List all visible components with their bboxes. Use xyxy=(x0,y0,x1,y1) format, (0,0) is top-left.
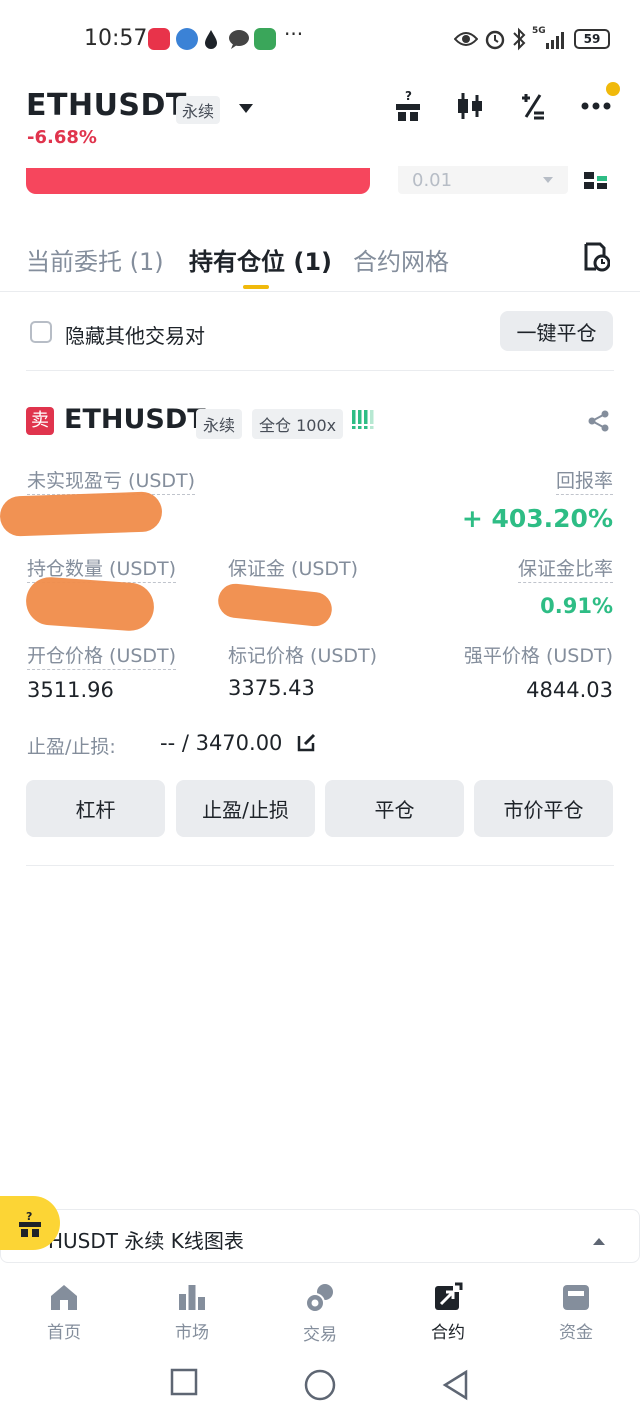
qty-dropdown-icon xyxy=(543,177,553,183)
back-button[interactable] xyxy=(442,1369,470,1405)
notification-dot xyxy=(606,82,620,96)
hide-other-pairs-checkbox[interactable] xyxy=(30,321,52,343)
filter-divider xyxy=(26,370,614,371)
orderbook-layout-icon[interactable] xyxy=(584,172,608,194)
bluetooth-icon xyxy=(512,27,526,55)
adl-indicator-icon xyxy=(351,410,375,434)
nav-markets[interactable]: 市场 xyxy=(147,1282,237,1343)
nav-home-label: 首页 xyxy=(47,1323,81,1343)
game-notification-icon xyxy=(254,28,276,50)
nav-markets-label: 市场 xyxy=(175,1323,209,1343)
market-close-button[interactable]: 市价平仓 xyxy=(474,780,613,837)
home-icon xyxy=(51,1285,77,1310)
nav-futures[interactable]: 合约 xyxy=(403,1282,493,1343)
floating-gift-icon: ? xyxy=(16,1210,44,1242)
entry-price-label[interactable]: 开仓价格 (USDT) xyxy=(27,641,177,670)
redacted-margin-scribble xyxy=(216,582,334,628)
tpsl-button[interactable]: 止盈/止损 xyxy=(176,780,315,837)
leverage-button[interactable]: 杠杆 xyxy=(26,780,165,837)
sell-short-button[interactable] xyxy=(26,168,370,194)
recent-apps-button[interactable] xyxy=(170,1368,198,1400)
margin-mode-badge[interactable]: 全仓 100x xyxy=(252,409,344,439)
side-badge: 卖 xyxy=(26,407,54,435)
status-time: 10:57 xyxy=(84,26,148,51)
tabs-divider xyxy=(0,291,640,292)
bar-chart-icon xyxy=(179,1285,205,1310)
redacted-size-scribble xyxy=(24,575,156,633)
margin-ratio-value: 0.91% xyxy=(540,594,613,618)
svg-text:?: ? xyxy=(405,89,412,103)
chat-notification-icon xyxy=(228,29,250,49)
nav-trade[interactable]: 交易 xyxy=(275,1282,365,1345)
tab-positions[interactable]: 持有仓位 (1) xyxy=(189,242,332,277)
signal-icon xyxy=(534,30,568,54)
nav-assets[interactable]: 资金 xyxy=(531,1282,621,1343)
margin-ratio-label[interactable]: 保证金比率 xyxy=(517,554,613,583)
eye-icon xyxy=(453,30,479,52)
home-button[interactable] xyxy=(304,1369,336,1405)
nav-assets-label: 资金 xyxy=(559,1323,593,1343)
tpsl-label: 止盈/止损: xyxy=(27,736,116,758)
qty-input[interactable]: 0.01 xyxy=(398,166,568,194)
gift-box-icon[interactable]: ? xyxy=(388,86,428,126)
candlestick-chart-icon[interactable] xyxy=(451,86,491,126)
nav-home[interactable]: 首页 xyxy=(19,1282,109,1343)
price-change: -6.68% xyxy=(27,127,97,148)
app-notification-icon xyxy=(176,28,198,50)
card-divider xyxy=(26,865,614,866)
liq-price-value: 4844.03 xyxy=(526,678,613,702)
close-position-button[interactable]: 平仓 xyxy=(325,780,464,837)
liq-price-label: 强平价格 (USDT) xyxy=(463,645,613,667)
order-history-icon[interactable] xyxy=(584,242,611,276)
chevron-up-icon[interactable] xyxy=(592,1231,606,1250)
kline-chart-label: HUSDT 永续 K线图表 xyxy=(48,1229,244,1253)
hide-other-pairs-label: 隐藏其他交易对 xyxy=(65,324,205,348)
tab-futures-grid[interactable]: 合约网格 xyxy=(353,242,449,277)
mark-price-label: 标记价格 (USDT) xyxy=(228,645,378,667)
mark-price-value: 3375.43 xyxy=(228,676,315,700)
active-tab-indicator xyxy=(243,285,269,289)
trade-icon xyxy=(305,1284,333,1313)
entry-price-value: 3511.96 xyxy=(27,678,114,702)
more-notifications-icon: ··· xyxy=(284,22,304,46)
drop-notification-icon xyxy=(204,28,218,50)
position-symbol[interactable]: ETHUSDT xyxy=(64,404,206,435)
redacted-pnl-scribble xyxy=(0,491,163,537)
share-icon[interactable] xyxy=(588,410,610,436)
position-contract-badge: 永续 xyxy=(196,409,243,439)
alarm-icon xyxy=(484,28,506,54)
xiaohongshu-notification-icon xyxy=(148,28,170,50)
futures-icon xyxy=(435,1282,463,1310)
contract-type-badge: 永续 xyxy=(176,96,221,124)
battery-icon: 59 xyxy=(574,29,610,49)
symbol-dropdown-icon[interactable] xyxy=(238,100,254,119)
tab-open-orders[interactable]: 当前委托 (1) xyxy=(26,242,164,277)
roe-label[interactable]: 回报率 xyxy=(555,466,613,495)
tpsl-value: -- / 3470.00 xyxy=(160,731,283,755)
svg-text:?: ? xyxy=(26,1210,32,1223)
edit-tpsl-icon[interactable] xyxy=(297,732,317,756)
funding-rate-icon[interactable] xyxy=(513,86,553,126)
close-all-button[interactable]: 一键平仓 xyxy=(500,311,613,351)
qty-value: 0.01 xyxy=(412,169,453,191)
unrealized-pnl-label[interactable]: 未实现盈亏 (USDT) xyxy=(27,466,196,495)
page-title[interactable]: ETHUSDT xyxy=(26,88,187,123)
nav-futures-label: 合约 xyxy=(431,1323,465,1343)
wallet-icon xyxy=(563,1285,589,1310)
margin-label: 保证金 (USDT) xyxy=(228,558,359,580)
nav-trade-label: 交易 xyxy=(303,1325,337,1345)
roe-value: + 403.20% xyxy=(461,504,613,533)
